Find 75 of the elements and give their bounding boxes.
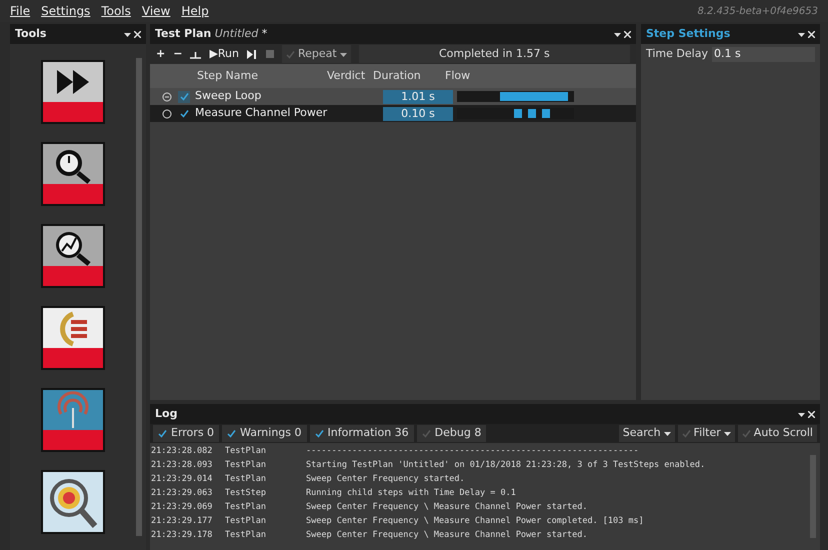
panel-title: Test Plan Untitled * [155, 26, 268, 42]
remove-button[interactable]: − [173, 46, 182, 62]
status-text: Completed in 1.57 s [358, 45, 630, 63]
tool-icon[interactable] [43, 144, 103, 204]
flow-bar [528, 109, 536, 118]
log-source: TestPlan [225, 445, 267, 458]
flow-bar [500, 92, 568, 101]
log-message: Sweep Center Frequency started. [306, 473, 465, 486]
log-source: TestPlan [225, 515, 267, 528]
log-time: 21:23:29.178 [150, 529, 214, 542]
flow-bar [514, 109, 522, 118]
tree-node-icon [162, 108, 172, 118]
version-text: 8.2.435-beta+0f4e9653 [697, 4, 818, 18]
step-name: Sweep Loop [195, 88, 262, 104]
log-time: 21:23:29.069 [150, 501, 214, 514]
log-time: 21:23:29.014 [150, 473, 214, 486]
pin-close-icon[interactable] [798, 30, 815, 38]
input-field[interactable]: 0.1 s [712, 46, 815, 62]
log-source: TestPlan [225, 459, 267, 472]
step-icon[interactable] [247, 50, 258, 58]
panel-title: Step Settings [646, 26, 730, 42]
log-time: 21:23:29.177 [150, 515, 214, 528]
log-source: TestPlan [225, 501, 267, 514]
column-label: Verdict [327, 68, 366, 84]
menu-item[interactable]: File [10, 2, 30, 20]
auto-scroll-toggle[interactable]: Auto Scroll [738, 425, 817, 442]
panel-title: Log [155, 406, 178, 422]
log-message: Running child steps with Time Delay = 0.1 [306, 487, 516, 500]
setting-label: Time Delay [646, 46, 708, 62]
duration-cell: 0.10 s [383, 106, 453, 120]
log-message: Sweep Center Frequency \ Measure Channel Power started. [306, 529, 588, 542]
repeat-button[interactable]: Repeat [282, 45, 351, 63]
scrollbar[interactable] [810, 455, 816, 538]
log-time: 21:23:28.093 [150, 459, 214, 472]
run-button[interactable]: ▶Run [209, 46, 239, 62]
filter-dropdown[interactable]: Filter [678, 425, 735, 442]
collapse-icon[interactable] [162, 92, 172, 102]
pin-close-icon[interactable] [798, 410, 815, 418]
tool-icon[interactable] [43, 62, 103, 122]
menu-item[interactable]: View [142, 2, 170, 20]
log-source: TestPlan [225, 529, 267, 542]
add-button[interactable]: + [156, 46, 166, 62]
menu-item[interactable]: Settings [41, 2, 90, 20]
step-row[interactable]: Sweep Loop 1.01 s [150, 88, 636, 105]
menu-item[interactable]: Help [181, 2, 209, 20]
panel-title: Tools [15, 26, 46, 42]
duration-cell: 1.01 s [383, 90, 453, 104]
log-source: TestPlan [225, 473, 267, 486]
step-row[interactable]: Measure Channel Power 0.10 s [150, 105, 636, 122]
log-source: TestStep [225, 487, 267, 500]
scrollbar[interactable] [136, 58, 142, 536]
filter-toggle[interactable]: Debug 8 [416, 425, 486, 442]
filter-toggle[interactable]: Information 36 [310, 425, 414, 442]
pin-close-icon[interactable] [614, 30, 631, 38]
caret-icon [664, 430, 671, 437]
caret-icon [724, 430, 731, 437]
tool-icon[interactable] [43, 226, 103, 286]
filter-toggle[interactable]: Errors 0 [153, 425, 220, 442]
flow-bar [542, 109, 550, 118]
column-label: Flow [445, 68, 470, 84]
log-message: Starting TestPlan 'Untitled' on 01/18/2018 21:23:28, 3 of 3 TestSteps enabled. [306, 459, 706, 472]
search-dropdown[interactable]: Search [618, 425, 675, 442]
column-label: Step Name [197, 68, 259, 84]
insert-icon[interactable] [190, 50, 202, 58]
step-name: Measure Channel Power [195, 105, 328, 122]
pin-close-icon[interactable] [124, 30, 141, 38]
column-label: Duration [373, 68, 422, 84]
log-time: 21:23:28.082 [150, 445, 214, 458]
filter-toggle[interactable]: Warnings 0 [222, 425, 306, 442]
menu-item[interactable]: Tools [101, 2, 131, 20]
log-message: Sweep Center Frequency \ Measure Channel Power completed. [103 ms] [306, 515, 644, 528]
log-message: Sweep Center Frequency \ Measure Channel Power started. [306, 501, 588, 514]
log-message: ----------------------------------------------------------------- [306, 445, 639, 458]
caret-icon [340, 50, 347, 58]
log-time: 21:23:29.063 [150, 487, 214, 500]
